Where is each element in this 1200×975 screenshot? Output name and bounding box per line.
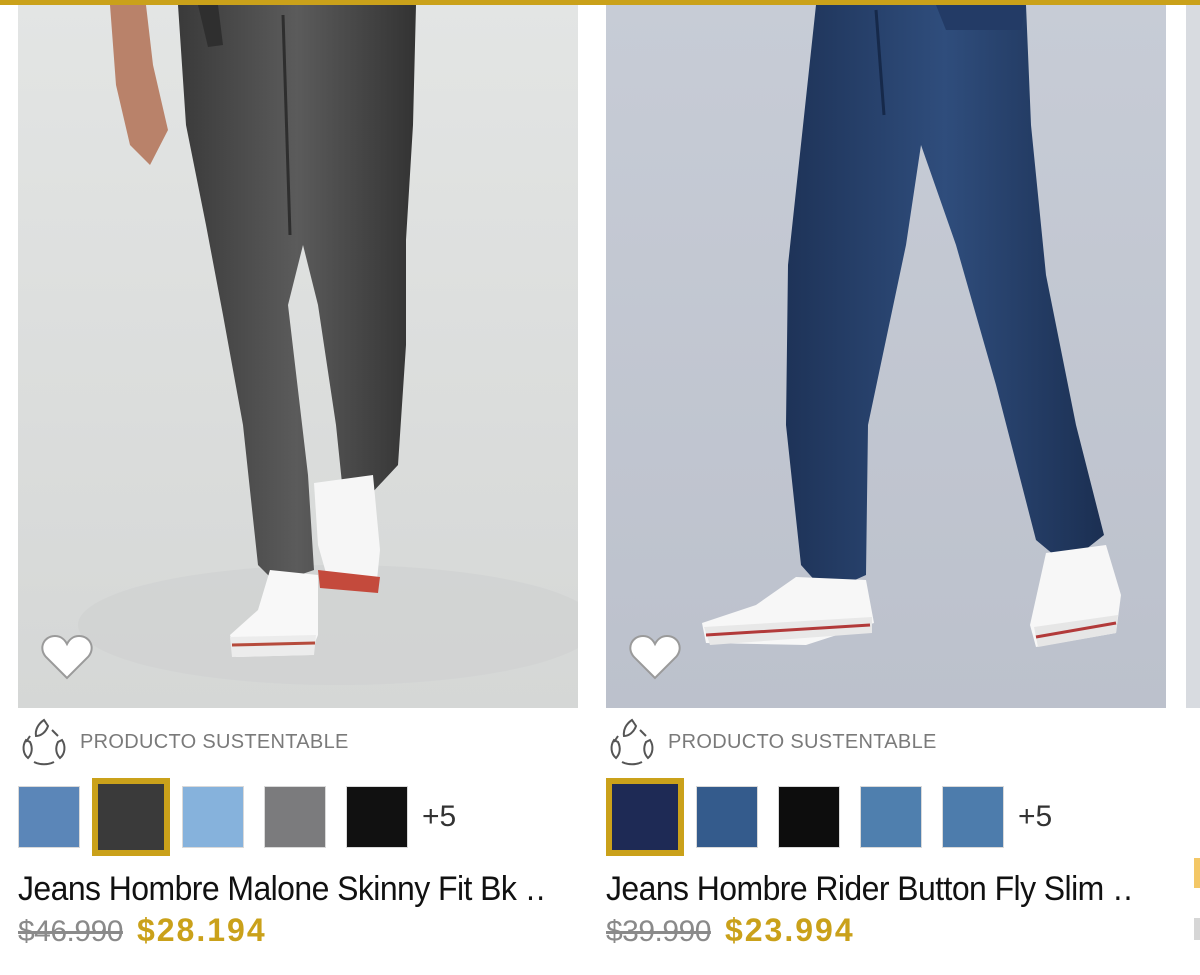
color-swatch-selected[interactable] [92, 778, 170, 856]
color-swatches: +5 [18, 778, 456, 856]
more-colors-link[interactable]: +5 [422, 800, 456, 834]
heart-icon[interactable] [628, 632, 682, 682]
next-product-price-edge [1194, 918, 1200, 940]
sustainable-badge: PRODUCTO SUSTENTABLE [18, 716, 349, 768]
product-image[interactable] [606, 5, 1166, 708]
product-card[interactable]: PRODUCTO SUSTENTABLE +5 Jeans Hombre Rid… [606, 0, 1166, 975]
price-block: $39.990 $23.994 [606, 912, 855, 949]
color-swatch[interactable] [182, 786, 244, 848]
color-swatch[interactable] [264, 786, 326, 848]
product-title[interactable]: Jeans Hombre Malone Skinny Fit Bk … [18, 870, 544, 909]
original-price: $39.990 [606, 915, 711, 948]
color-swatch[interactable] [18, 786, 80, 848]
sustainable-badge: PRODUCTO SUSTENTABLE [606, 716, 937, 768]
product-title[interactable]: Jeans Hombre Rider Button Fly Slim … [606, 870, 1132, 909]
color-swatch[interactable] [860, 786, 922, 848]
color-swatch[interactable] [942, 786, 1004, 848]
color-swatch[interactable] [696, 786, 758, 848]
color-swatch[interactable] [778, 786, 840, 848]
price-block: $46.990 $28.194 [18, 912, 267, 949]
sustainable-label: PRODUCTO SUSTENTABLE [80, 730, 349, 753]
recycle-leaf-icon [610, 718, 654, 766]
next-product-badge-edge [1194, 858, 1200, 888]
sale-price: $28.194 [136, 912, 267, 948]
sustainable-label: PRODUCTO SUSTENTABLE [668, 730, 937, 753]
sale-price: $23.994 [724, 912, 855, 948]
product-card[interactable]: PRODUCTO SUSTENTABLE +5 Jeans Hombre Mal… [18, 0, 578, 975]
color-swatch[interactable] [346, 786, 408, 848]
original-price: $46.990 [18, 915, 123, 948]
next-product-image-edge[interactable] [1186, 5, 1200, 708]
color-swatches: +5 [606, 778, 1052, 856]
more-colors-link[interactable]: +5 [1018, 800, 1052, 834]
recycle-leaf-icon [22, 718, 66, 766]
color-swatch-selected[interactable] [606, 778, 684, 856]
heart-icon[interactable] [40, 632, 94, 682]
product-image[interactable] [18, 5, 578, 708]
